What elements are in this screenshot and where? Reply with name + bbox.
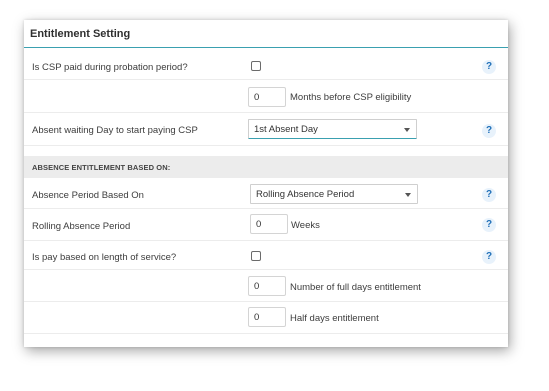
panel-title: Entitlement Setting (30, 28, 131, 40)
full-days-row: 0 Number of full days entitlement (24, 270, 508, 302)
absence-period-based-row: Absence Period Based On Rolling Absence … (24, 178, 508, 209)
absence-entitlement-section-header: ABSENCE ENTITLEMENT BASED ON: (24, 156, 508, 178)
help-icon[interactable]: ? (482, 124, 496, 138)
absent-waiting-selected: 1st Absent Day (254, 124, 318, 135)
rolling-absence-label: Rolling Absence Period (32, 221, 131, 232)
panel-header: Entitlement Setting (24, 20, 508, 48)
rolling-absence-row: Rolling Absence Period 0 Weeks ? (24, 209, 508, 241)
full-days-input[interactable]: 0 (248, 276, 286, 296)
pay-length-service-label: Is pay based on length of service? (32, 252, 177, 263)
csp-months-row: 0 Months before CSP eligibility (24, 80, 508, 113)
help-icon[interactable]: ? (482, 188, 496, 202)
pay-length-service-row: Is pay based on length of service? ? (24, 241, 508, 270)
section-title: ABSENCE ENTITLEMENT BASED ON: (32, 163, 171, 172)
entitlement-setting-panel: Entitlement Setting Is CSP paid during p… (24, 20, 508, 347)
full-days-suffix: Number of full days entitlement (290, 282, 421, 293)
csp-months-input[interactable]: 0 (248, 87, 286, 107)
half-days-input[interactable]: 0 (248, 307, 286, 327)
csp-probation-label: Is CSP paid during probation period? (32, 62, 188, 73)
help-icon[interactable]: ? (482, 60, 496, 74)
absence-period-based-selected: Rolling Absence Period (256, 189, 355, 200)
pay-length-service-checkbox[interactable] (251, 251, 261, 261)
absent-waiting-row: Absent waiting Day to start paying CSP 1… (24, 113, 508, 146)
chevron-down-icon (405, 193, 411, 197)
rolling-absence-input[interactable]: 0 (250, 214, 288, 234)
chevron-down-icon (404, 128, 410, 132)
help-icon[interactable]: ? (482, 218, 496, 232)
absent-waiting-select[interactable]: 1st Absent Day (248, 119, 417, 139)
absent-waiting-label: Absent waiting Day to start paying CSP (32, 125, 198, 136)
half-days-row: 0 Half days entitlement (24, 302, 508, 334)
csp-probation-checkbox[interactable] (251, 61, 261, 71)
csp-probation-row: Is CSP paid during probation period? ? (24, 49, 508, 80)
absence-period-based-label: Absence Period Based On (32, 190, 144, 201)
help-icon[interactable]: ? (482, 250, 496, 264)
rolling-absence-suffix: Weeks (291, 220, 320, 231)
absence-period-based-select[interactable]: Rolling Absence Period (250, 184, 418, 204)
csp-months-suffix: Months before CSP eligibility (290, 92, 412, 103)
half-days-suffix: Half days entitlement (290, 313, 379, 324)
